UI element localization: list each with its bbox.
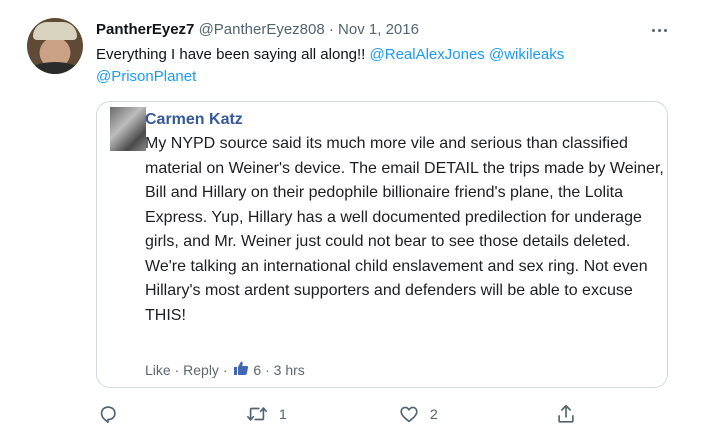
author-handle[interactable]: @PantherEyez808 — [199, 21, 325, 38]
share-button[interactable] — [555, 402, 577, 426]
like-count: 2 — [430, 406, 438, 422]
embedded-like-count: 6 — [253, 362, 262, 378]
retweet-icon — [245, 403, 269, 425]
tweet-header: PantherEyez7 @PantherEyez808 · Nov 1, 20… — [96, 20, 419, 40]
embedded-image-card[interactable]: Carmen Katz My NYPD source said its much… — [96, 101, 668, 388]
footer-separator: · — [170, 362, 184, 378]
author-name[interactable]: PantherEyez7 — [96, 21, 194, 38]
embedded-reply-label: Reply — [183, 362, 219, 378]
embedded-like-label: Like — [145, 362, 171, 378]
retweet-count: 1 — [279, 406, 287, 422]
embedded-author-name: Carmen Katz — [145, 111, 243, 128]
embedded-post-footer: Like · Reply · 6 · 3 hrs — [145, 360, 305, 380]
embedded-post-body: My NYPD source said its much more vile a… — [145, 135, 664, 324]
retweet-button[interactable]: 1 — [245, 402, 287, 426]
mention-link[interactable]: @RealAlexJones — [370, 46, 485, 63]
heart-icon — [398, 403, 420, 425]
reply-button[interactable] — [97, 402, 119, 426]
mention-link[interactable]: @wikileaks — [489, 46, 564, 63]
embedded-post-time: 3 hrs — [273, 362, 305, 378]
footer-separator: · — [261, 362, 274, 378]
author-avatar[interactable] — [27, 18, 83, 74]
thumbs-up-icon — [233, 360, 249, 380]
tweet-date[interactable]: Nov 1, 2016 — [338, 21, 419, 38]
tweet: PantherEyez7 @PantherEyez808 · Nov 1, 20… — [0, 0, 706, 437]
mention-link[interactable]: @PrisonPlanet — [96, 68, 196, 85]
reply-icon — [97, 403, 119, 425]
embedded-author-avatar — [110, 107, 146, 151]
share-icon — [555, 403, 577, 425]
avatar-shirt — [29, 62, 81, 74]
avatar-cap — [33, 22, 77, 40]
tweet-text-body: Everything I have been saying all along!… — [96, 46, 370, 63]
tweet-actions: 1 2 — [0, 398, 706, 430]
header-separator: · — [328, 21, 334, 38]
tweet-text: Everything I have been saying all along!… — [96, 44, 676, 88]
like-button[interactable]: 2 — [398, 402, 438, 426]
more-horizontal-icon[interactable] — [648, 20, 670, 40]
footer-separator: · — [218, 362, 232, 378]
